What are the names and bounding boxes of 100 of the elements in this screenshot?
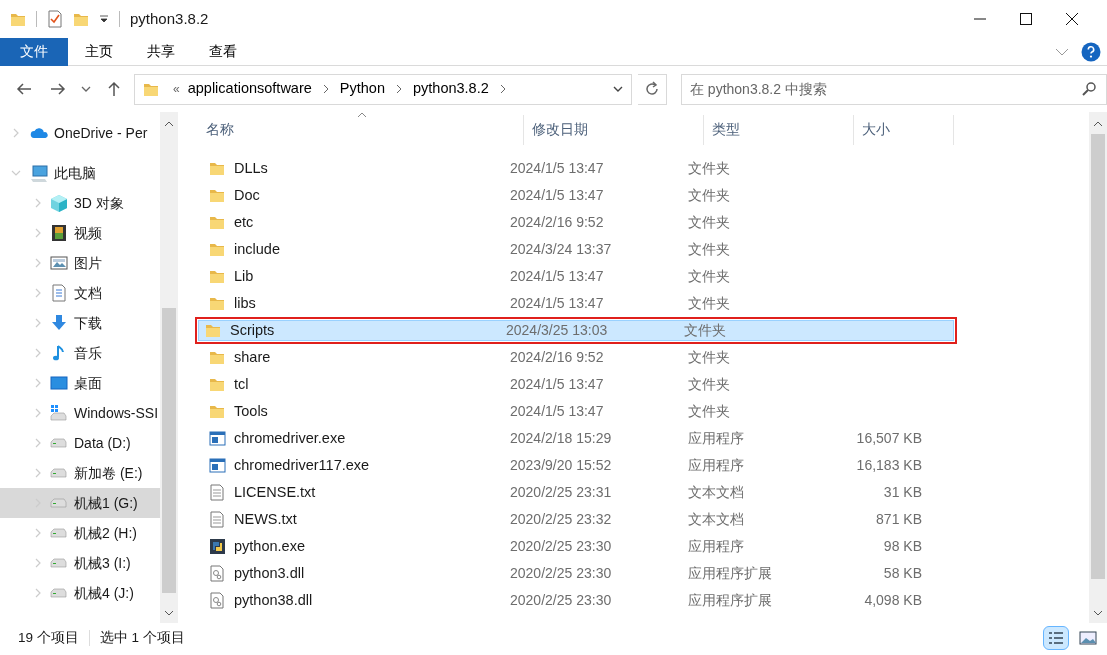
text-file-icon — [209, 511, 226, 528]
properties-icon[interactable] — [47, 10, 63, 28]
modified-date: 2024/1/5 13:47 — [509, 267, 605, 286]
file-row[interactable]: chromedriver.exe 2024/2/18 15:29 应用程序 16,507 KB — [202, 425, 949, 452]
file-row[interactable]: Scripts 2024/3/25 13:03 文件夹 — [198, 320, 954, 341]
chevron-icon[interactable] — [321, 84, 330, 94]
chevron-icon[interactable] — [395, 84, 403, 94]
file-name: LICENSE.txt — [234, 482, 316, 502]
sidebar-item[interactable]: 机械2 (H:) — [0, 518, 160, 548]
sidebar-item[interactable]: 此电脑 — [0, 158, 160, 188]
folder-icon — [209, 376, 226, 393]
document-icon — [50, 284, 68, 302]
sidebar-item[interactable]: Windows-SSI — [0, 398, 160, 428]
scrollbar[interactable] — [160, 112, 178, 623]
scroll-down-icon[interactable] — [164, 609, 174, 617]
modified-date: 2020/2/25 23:31 — [509, 483, 613, 502]
chevron-icon[interactable] — [498, 84, 507, 94]
scroll-thumb[interactable] — [1091, 134, 1105, 579]
window-title: python3.8.2 — [130, 8, 209, 29]
modified-date: 2024/3/25 13:03 — [505, 321, 609, 340]
help-icon[interactable] — [1081, 41, 1101, 62]
ribbon-tab[interactable]: 文件 — [0, 37, 68, 66]
search-field[interactable]: 在 python3.8.2 中搜索 — [680, 73, 1107, 105]
dropdown-icon[interactable] — [99, 14, 109, 24]
scroll-up-icon[interactable] — [1093, 120, 1103, 128]
sidebar-item[interactable]: 机械4 (J:) — [0, 578, 160, 608]
file-type: 文件夹 — [687, 159, 731, 178]
file-row[interactable]: python.exe 2020/2/25 23:30 应用程序 98 KB — [202, 533, 949, 560]
computer-icon — [30, 164, 48, 182]
scroll-up-icon[interactable] — [164, 120, 174, 128]
file-row[interactable]: LICENSE.txt 2020/2/25 23:31 文本文档 31 KB — [202, 479, 949, 506]
sidebar-item[interactable]: 图片 — [0, 248, 160, 278]
file-size: 98 KB — [882, 537, 922, 556]
sidebar-item[interactable]: OneDrive - Per — [0, 118, 160, 148]
modified-date: 2024/2/16 9:52 — [509, 213, 605, 232]
sidebar-item[interactable]: 下载 — [0, 308, 160, 338]
file-name: Lib — [234, 266, 254, 286]
ribbon-tab[interactable]: 查看 — [192, 37, 254, 66]
modified-date: 2020/2/25 23:32 — [509, 510, 613, 529]
folder-icon[interactable] — [10, 11, 26, 27]
modified-date: 2024/1/5 13:47 — [509, 375, 605, 394]
column-header[interactable]: 名称 — [198, 115, 524, 145]
modified-date: 2020/2/25 23:30 — [509, 564, 613, 583]
modified-date: 2023/9/20 15:52 — [509, 456, 613, 475]
file-name: python3.dll — [234, 563, 305, 583]
file-name: tcl — [234, 374, 249, 394]
file-row[interactable]: NEWS.txt 2020/2/25 23:32 文本文档 871 KB — [202, 506, 949, 533]
sidebar-item[interactable]: 音乐 — [0, 338, 160, 368]
breadcrumb-item[interactable]: applicationsoftware — [183, 78, 316, 100]
file-type: 文件夹 — [687, 213, 731, 232]
column-header[interactable]: 类型 — [704, 115, 854, 145]
sidebar-item[interactable]: 视频 — [0, 218, 160, 248]
modified-date: 2020/2/25 23:30 — [509, 591, 613, 610]
file-type: 文件夹 — [687, 375, 731, 394]
ribbon-tab[interactable]: 主页 — [68, 37, 130, 66]
file-row[interactable]: python3.dll 2020/2/25 23:30 应用程序扩展 58 KB — [202, 560, 949, 587]
sidebar-item[interactable]: Data (D:) — [0, 428, 160, 458]
modified-date: 2024/2/18 15:29 — [509, 429, 613, 448]
drive-icon — [50, 404, 68, 422]
file-row[interactable]: chromedriver117.exe 2023/9/20 15:52 应用程序 16,183 KB — [202, 452, 949, 479]
sidebar-item[interactable]: 机械3 (I:) — [0, 548, 160, 578]
sidebar-item[interactable]: 桌面 — [0, 368, 160, 398]
file-row[interactable]: DLLs 2024/1/5 13:47 文件夹 — [202, 155, 949, 182]
sidebar-item[interactable]: 3D 对象 — [0, 188, 160, 218]
file-row[interactable]: python38.dll 2020/2/25 23:30 应用程序扩展 4,098 KB — [202, 587, 949, 614]
address-bar[interactable]: « applicationsoftware Python python3.8.2 — [134, 73, 632, 105]
application-icon — [209, 457, 226, 474]
refresh-button[interactable] — [637, 73, 667, 105]
file-row[interactable]: etc 2024/2/16 9:52 文件夹 — [202, 209, 949, 236]
folder-icon — [205, 322, 222, 339]
file-row[interactable]: Lib 2024/1/5 13:47 文件夹 — [202, 263, 949, 290]
scroll-down-icon[interactable] — [1093, 609, 1103, 617]
breadcrumb-item[interactable]: python3.8.2 — [409, 78, 493, 100]
column-header[interactable]: 修改日期 — [524, 115, 704, 145]
file-name: python.exe — [234, 536, 305, 556]
scrollbar[interactable] — [1089, 112, 1107, 623]
sidebar-item[interactable]: 新加卷 (E:) — [0, 458, 160, 488]
file-name: libs — [234, 293, 256, 313]
ribbon-tab[interactable]: 共享 — [130, 37, 192, 66]
details-view-button[interactable] — [1043, 626, 1069, 650]
expand-ribbon-icon[interactable] — [1055, 46, 1069, 57]
forward-icon — [50, 81, 66, 97]
file-row[interactable]: Tools 2024/1/5 13:47 文件夹 — [202, 398, 949, 425]
search-icon[interactable] — [1081, 81, 1097, 97]
file-row[interactable]: share 2024/2/16 9:52 文件夹 — [202, 344, 949, 371]
file-type: 文件夹 — [687, 294, 731, 313]
breadcrumb-item[interactable]: Python — [335, 78, 389, 100]
file-row[interactable]: Doc 2024/1/5 13:47 文件夹 — [202, 182, 949, 209]
sidebar-item[interactable]: 机械1 (G:) — [0, 488, 160, 518]
file-row[interactable]: libs 2024/1/5 13:47 文件夹 — [202, 290, 949, 317]
sidebar-item[interactable]: 文档 — [0, 278, 160, 308]
scroll-thumb[interactable] — [162, 308, 176, 593]
details-view-icon — [1048, 631, 1064, 645]
file-row[interactable]: include 2024/3/24 13:37 文件夹 — [202, 236, 949, 263]
file-row[interactable]: tcl 2024/1/5 13:47 文件夹 — [202, 371, 949, 398]
column-header[interactable]: 大小 — [854, 115, 954, 145]
modified-date: 2024/1/5 13:47 — [509, 402, 605, 421]
overflow-chevron[interactable]: « — [173, 80, 180, 98]
new-folder-icon[interactable] — [73, 11, 89, 27]
file-name: python38.dll — [234, 590, 313, 610]
